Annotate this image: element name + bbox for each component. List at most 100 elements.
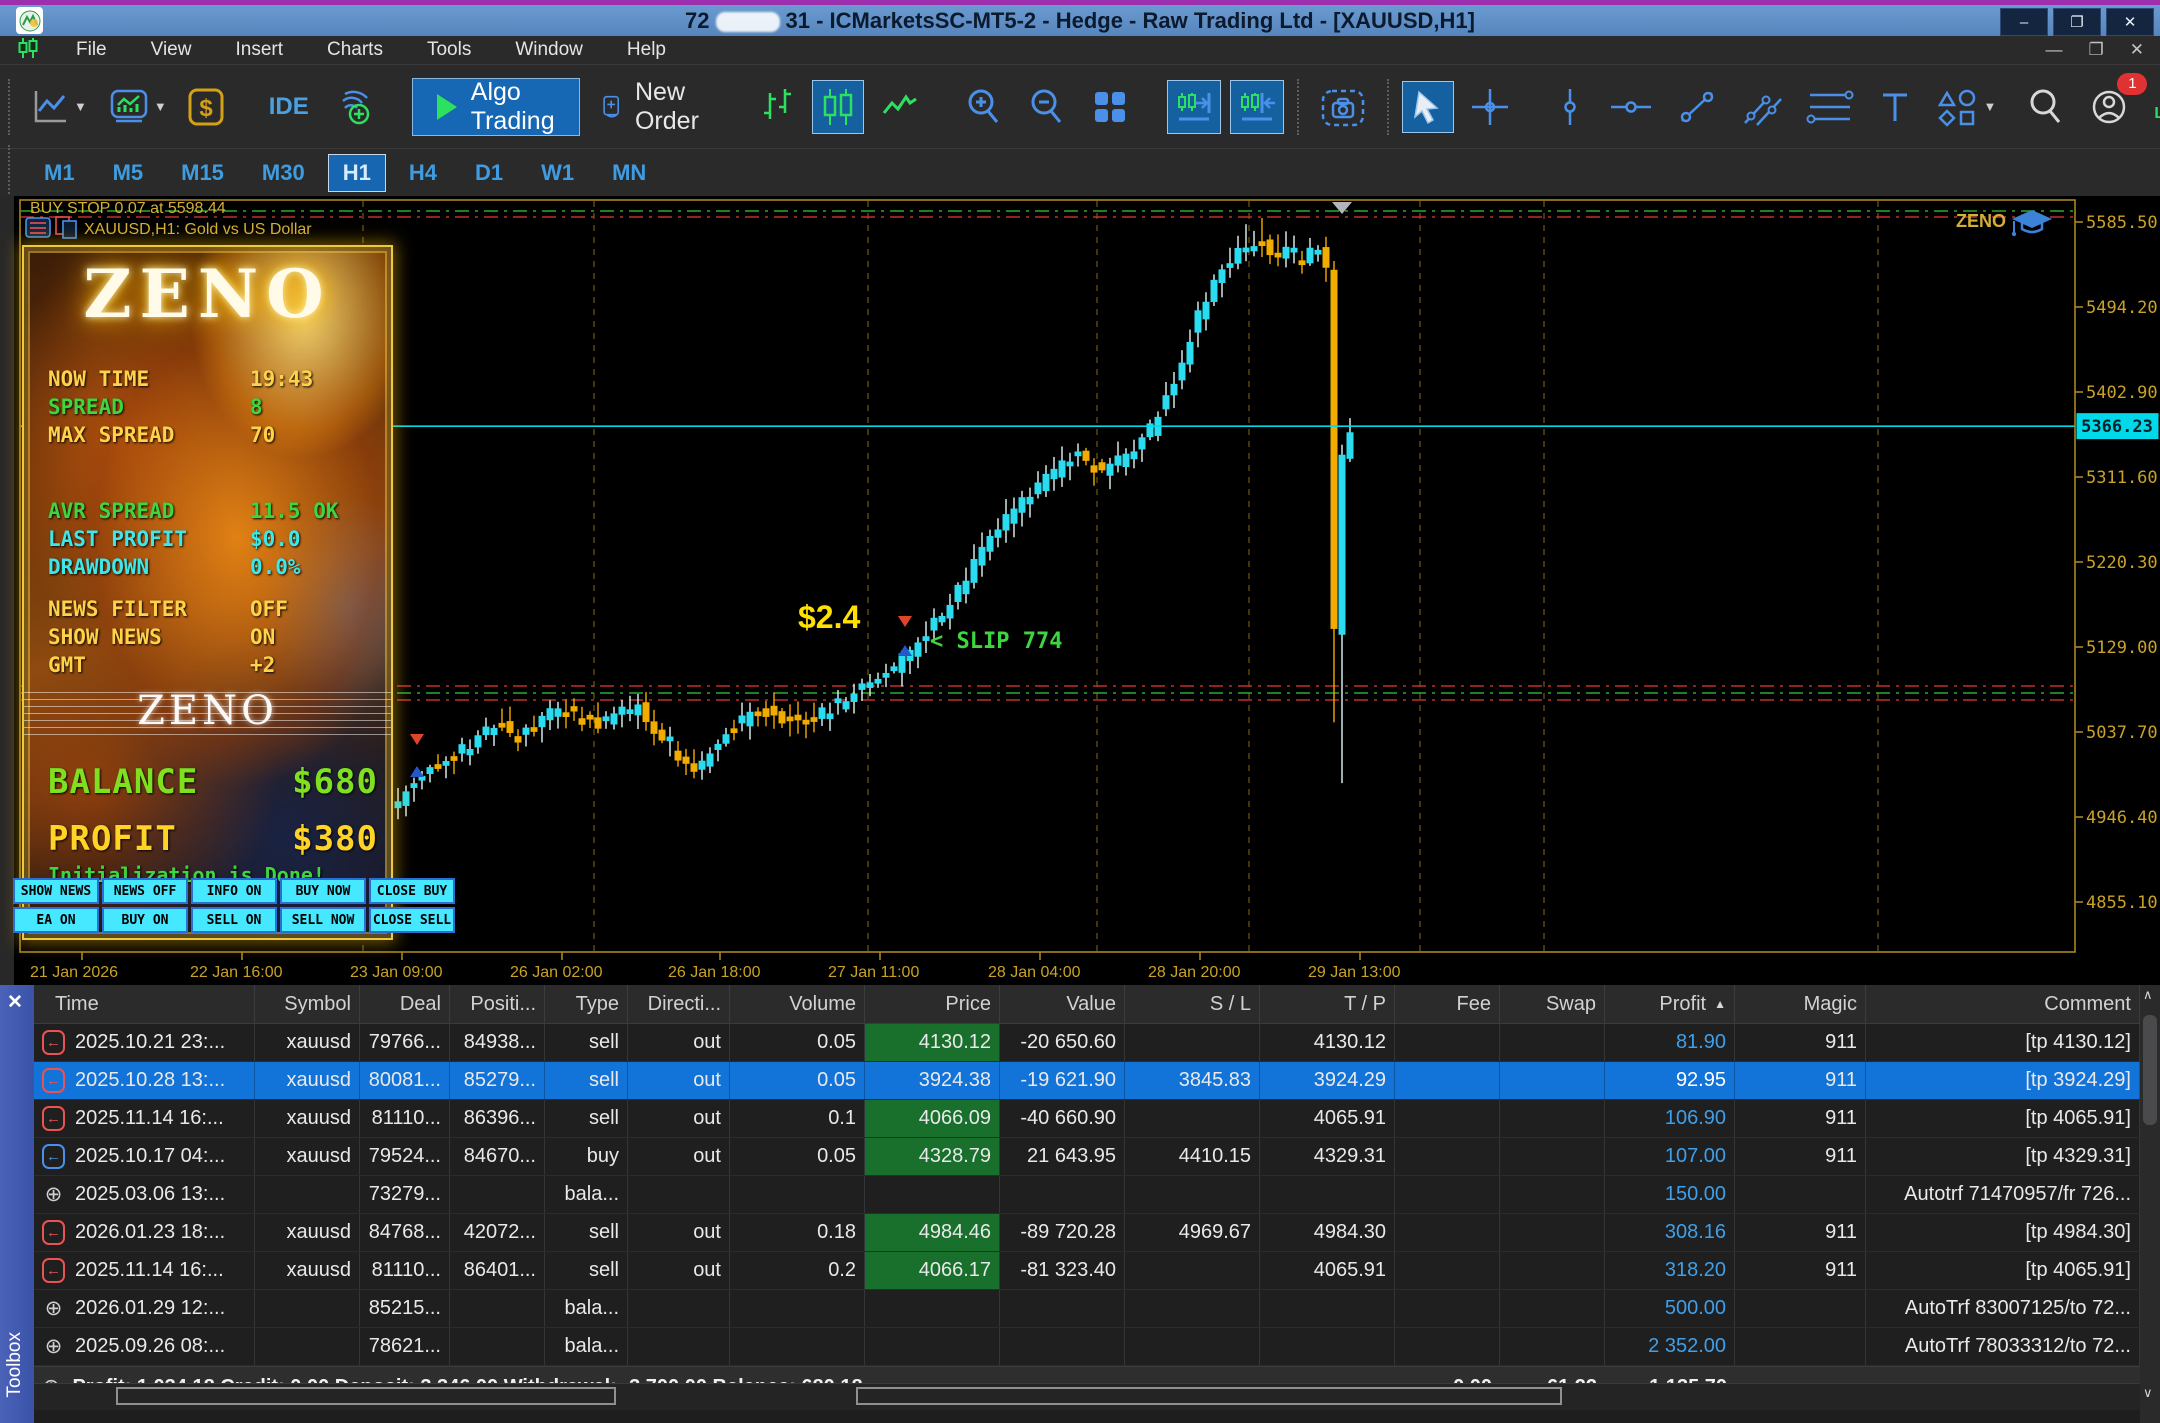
timeframe-m15[interactable]: M15 [166,154,239,192]
timeframe-h4[interactable]: H4 [394,154,452,192]
timeframe-h1[interactable]: H1 [328,154,386,192]
chart-shift-icon[interactable] [1167,80,1221,134]
column-header-tp[interactable]: T / P [1260,985,1395,1023]
vertical-scrollbar[interactable]: ∧ ∨ [2140,985,2160,1423]
child-minimize-icon[interactable]: — [2046,40,2063,60]
zeno-button-info-on[interactable]: INFO ON [191,878,277,904]
timeframe-m5[interactable]: M5 [98,154,159,192]
stat-value: 11.5 OK [250,499,339,523]
tile-windows-icon[interactable] [1083,80,1137,134]
menu-item-view[interactable]: View [129,39,214,61]
zoom-in-icon[interactable] [957,80,1011,134]
text-tool-icon[interactable] [1870,80,1920,134]
tfbar-drag-handle[interactable] [8,145,17,201]
ide-button[interactable]: IDE [261,93,317,121]
table-row[interactable]: ←2025.11.14 16:...xauusd81110...86401...… [34,1252,2140,1290]
toolbar-drag-handle[interactable] [8,79,10,135]
menu-item-help[interactable]: Help [605,39,688,61]
column-header-time[interactable]: Time [34,985,255,1023]
zeno-button-news-off[interactable]: NEWS OFF [102,878,188,904]
table-row[interactable]: ←2025.10.17 04:...xauusd79524...84670...… [34,1138,2140,1176]
child-restore-icon[interactable]: ❐ [2089,40,2104,60]
menu-item-tools[interactable]: Tools [405,39,493,61]
zeno-button-sell-on[interactable]: SELL ON [191,907,277,933]
lvl-indicator[interactable]: ⇧ LVL [2154,93,2160,121]
column-header-price[interactable]: Price [865,985,1000,1023]
zeno-button-sell-now[interactable]: SELL NOW [280,907,366,933]
scroll-down-icon[interactable]: ∨ [2143,1385,2153,1401]
svg-text:28 Jan 04:00: 28 Jan 04:00 [988,964,1081,981]
timeframe-d1[interactable]: D1 [460,154,518,192]
community-icon[interactable]: 1 [2082,80,2136,134]
table-row[interactable]: ⊕2025.09.26 08:...78621...bala...2 352.0… [34,1328,2140,1366]
menu-item-file[interactable]: File [54,39,129,61]
minimize-button[interactable]: – [2000,8,2048,36]
child-close-icon[interactable]: ✕ [2130,40,2144,60]
table-row[interactable]: ←2025.10.21 23:...xauusd79766...84938...… [34,1024,2140,1062]
zeno-button-buy-on[interactable]: BUY ON [102,907,188,933]
column-header-comment[interactable]: Comment [1866,985,2140,1023]
shapes-tool-icon[interactable]: ▼ [1929,80,2002,134]
crosshair-tool-icon[interactable] [1463,80,1517,134]
column-header-symbol[interactable]: Symbol [255,985,360,1023]
column-header-deal[interactable]: Deal [360,985,450,1023]
market-scanner-icon[interactable] [326,79,382,135]
candlestick-mode-icon[interactable] [812,80,864,134]
scroll-up-icon[interactable]: ∧ [2143,987,2153,1003]
trendline-tool-icon[interactable] [1669,80,1725,134]
new-order-button[interactable]: New Order [589,78,723,136]
balance-icon: ⊕ [42,1182,65,1207]
channel-tool-icon[interactable] [1734,80,1790,134]
zoom-out-icon[interactable] [1020,80,1074,134]
fibonacci-tool-icon[interactable] [1799,80,1861,134]
currency-icon[interactable]: $ [181,81,231,133]
toolbox-close-icon[interactable]: ✕ [7,991,23,1014]
search-icon[interactable] [2019,80,2073,134]
column-header-type[interactable]: Type [545,985,628,1023]
table-row[interactable]: ←2025.11.14 16:...xauusd81110...86396...… [34,1100,2140,1138]
toolbox-tab[interactable]: Toolbox [4,1332,26,1398]
table-row[interactable]: ←2026.01.23 18:...xauusd84768...42072...… [34,1214,2140,1252]
vertical-line-tool-icon[interactable] [1547,80,1593,134]
table-row[interactable]: ⊕2026.01.29 12:...85215...bala...500.00A… [34,1290,2140,1328]
timeframe-m1[interactable]: M1 [29,154,90,192]
column-header-magic[interactable]: Magic [1735,985,1866,1023]
svg-text:4855.10: 4855.10 [2086,893,2158,913]
zeno-button-close-sell[interactable]: CLOSE SELL [369,907,455,933]
line-chart-mode-icon[interactable] [873,80,927,134]
horizontal-scrollbar[interactable] [34,1383,2140,1410]
table-row[interactable]: ⊕2025.03.06 13:...73279...bala...150.00A… [34,1176,2140,1214]
menu-item-insert[interactable]: Insert [213,39,305,61]
zeno-button-ea-on[interactable]: EA ON [13,907,99,933]
menu-item-charts[interactable]: Charts [305,39,405,61]
bar-chart-mode-icon[interactable] [753,80,803,134]
restore-button[interactable]: ❐ [2053,8,2101,36]
column-header-position[interactable]: Positi... [450,985,545,1023]
svg-text:4946.40: 4946.40 [2086,808,2158,828]
horizontal-line-tool-icon[interactable] [1602,80,1660,134]
column-header-sl[interactable]: S / L [1125,985,1260,1023]
column-header-value[interactable]: Value [1000,985,1125,1023]
auto-scroll-icon[interactable] [1230,80,1284,134]
zeno-button-buy-now[interactable]: BUY NOW [280,878,366,904]
cursor-tool-icon[interactable] [1402,81,1454,133]
scrollbar-thumb[interactable] [2143,1015,2157,1125]
indicators-icon[interactable]: ▼ [101,80,172,134]
screenshot-icon[interactable] [1312,78,1374,136]
zeno-button-show-news[interactable]: SHOW NEWS [13,878,99,904]
algo-trading-button[interactable]: Algo Trading [412,78,580,136]
column-header-fee[interactable]: Fee [1395,985,1500,1023]
timeframe-m30[interactable]: M30 [247,154,320,192]
column-header-profit[interactable]: Profit▲ [1605,985,1735,1023]
column-header-swap[interactable]: Swap [1500,985,1605,1023]
timeframe-mn[interactable]: MN [597,154,661,192]
chart-profile-icon[interactable]: ▼ [23,80,92,134]
close-button[interactable]: ✕ [2106,8,2154,36]
column-header-volume[interactable]: Volume [730,985,865,1023]
column-header-direction[interactable]: Directi... [628,985,730,1023]
menu-item-window[interactable]: Window [493,39,605,61]
cell-type: sell [545,1214,628,1251]
timeframe-w1[interactable]: W1 [526,154,589,192]
table-row[interactable]: ←2025.10.28 13:...xauusd80081...85279...… [34,1062,2140,1100]
zeno-button-close-buy[interactable]: CLOSE BUY [369,878,455,904]
